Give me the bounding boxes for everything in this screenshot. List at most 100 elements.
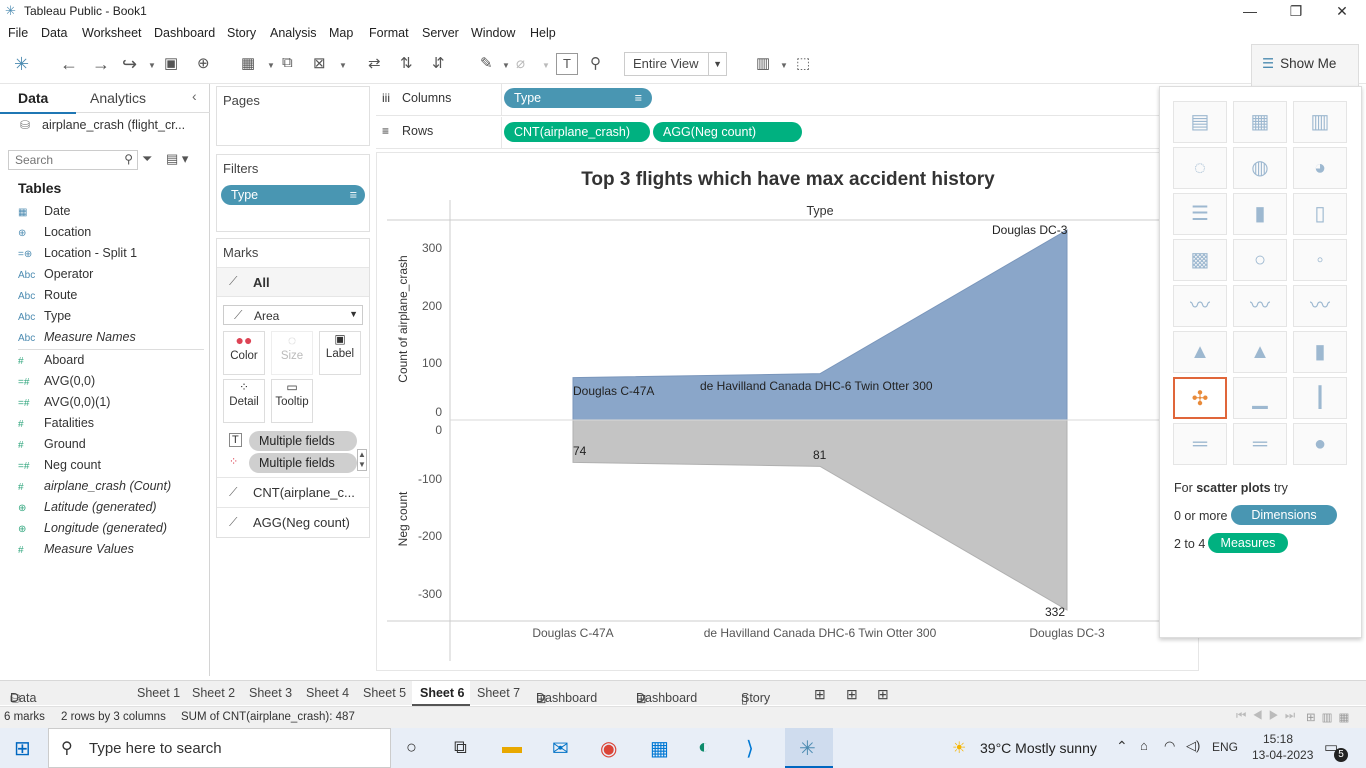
color-button[interactable]: ●● Color [223,331,265,375]
field-type[interactable]: Abc Type [18,309,71,323]
tray-chevron-icon[interactable]: ⌃ [1116,738,1128,755]
multiple-fields-pill-1[interactable]: Multiple fields [249,431,357,451]
show-me-line-discrete-icon[interactable]: 〰 [1233,285,1287,327]
marks-all-row[interactable]: ⟋ All [217,267,369,297]
show-me-side-by-side-circles-icon[interactable]: ◦ [1293,239,1347,281]
taskbar-search[interactable]: ⚲ Type here to search [48,728,391,768]
multiple-fields-pill-2[interactable]: Multiple fields [249,453,357,473]
mark-type-dropdown[interactable]: ⟋ Area ▼ [223,305,363,325]
row-pill-count[interactable]: CNT(airplane_crash) [504,122,650,142]
field-measure-values[interactable]: # Measure Values [18,542,134,556]
show-me-dual-lines-icon[interactable]: 〰 [1293,285,1347,327]
tableau-home-icon[interactable]: ✳ [14,54,29,75]
menu-help[interactable]: Help [530,26,556,40]
show-me-heat-map-icon[interactable]: ▦ [1233,101,1287,143]
new-datasource-icon[interactable]: ⊕ [197,54,210,72]
field-location[interactable]: ⊕ Location [18,225,91,239]
save-icon[interactable]: ▣ [164,54,178,72]
new-dashboard-tab-icon[interactable]: ⊞ [846,686,858,703]
field-avg00[interactable]: =# AVG(0,0) [18,374,95,388]
show-me-area-discrete-icon[interactable]: ▲ [1233,331,1287,373]
close-button[interactable]: ✕ [1319,0,1365,22]
show-me-highlight-table-icon[interactable]: ▥ [1293,101,1347,143]
sort-desc-icon[interactable]: ⇵ [432,54,445,72]
card-toggle-icon[interactable]: ▥ [756,54,770,72]
volume-icon[interactable]: ◁) [1186,738,1200,754]
cortana-icon[interactable]: ○ [406,737,417,758]
pin-icon[interactable]: ⚲ [590,54,601,72]
search-field[interactable]: ⚲ [8,150,138,170]
column-pill-type[interactable]: Type ≡ [504,88,652,108]
swap-icon[interactable]: ⇄ [368,54,381,72]
group-icon[interactable]: ⌀ [516,54,525,72]
label-button[interactable]: ▣ Label [319,331,361,375]
field-operator[interactable]: Abc Operator [18,267,93,281]
tab-analytics[interactable]: Analytics [90,90,146,106]
show-me-box-whisker-icon[interactable]: ┃ [1293,377,1347,419]
show-me-area-continuous-icon[interactable]: ▲ [1173,331,1227,373]
wifi-icon[interactable]: ◠ [1164,738,1175,754]
show-me-gantt-chart-icon[interactable]: ═ [1173,423,1227,465]
replay-icon[interactable]: ↪ [122,54,137,75]
show-me-stacked-bars-icon[interactable]: ▮ [1233,193,1287,235]
show-me-histogram-icon[interactable]: ▁ [1233,377,1287,419]
menu-data[interactable]: Data [41,26,67,40]
tooltip-button[interactable]: ▭ Tooltip [271,379,313,423]
tab-sheet-4[interactable]: Sheet 4 [306,686,349,700]
field-fatalities[interactable]: # Fatalities [18,416,94,430]
field-count[interactable]: # airplane_crash (Count) [18,479,171,493]
field-location-split[interactable]: =⊕ Location - Split 1 [18,246,137,260]
field-measure-names[interactable]: Abc Measure Names [18,330,136,344]
view-options-icon[interactable]: ▤ ▾ [166,151,188,167]
chrome-icon[interactable]: ◉ [600,736,617,761]
field-longitude[interactable]: ⊕ Longitude (generated) [18,521,167,535]
file-explorer-icon[interactable]: ▬ [502,736,522,759]
duplicate-icon[interactable]: ⧉ [282,54,293,71]
view-mode-icon[interactable]: ⊞▥▦ [1306,710,1355,724]
store-icon[interactable]: ▦ [650,736,669,761]
tab-data[interactable]: Data [18,90,48,106]
show-me-circle-views-icon[interactable]: ○ [1233,239,1287,281]
tab-sheet-5[interactable]: Sheet 5 [363,686,406,700]
field-avg00-1[interactable]: =# AVG(0,0)(1) [18,395,110,409]
size-button[interactable]: ◌ Size [271,331,313,375]
tab-sheet-7[interactable]: Sheet 7 [477,686,520,700]
new-worksheet-icon[interactable]: ▦ [241,54,255,72]
menu-story[interactable]: Story [227,26,256,40]
undo-icon[interactable]: ← [60,54,78,75]
field-aboard[interactable]: # Aboard [18,353,84,367]
show-me-side-by-side-bars-icon[interactable]: ▯ [1293,193,1347,235]
show-me-scatter-plot-icon[interactable]: ✣ [1173,377,1227,419]
marks-measure-2[interactable]: AGG(Neg count) [253,515,350,530]
fit-dropdown[interactable]: Entire View ▼ [624,52,727,76]
new-story-tab-icon[interactable]: ⊞ [877,686,889,703]
row-pill-neg[interactable]: AGG(Neg count) [653,122,802,142]
tab-sheet-6-active[interactable]: Sheet 6 [412,681,470,706]
windows-start-icon[interactable]: ⊞ [14,736,31,761]
show-me-horizontal-bars-icon[interactable]: ☰ [1173,193,1227,235]
field-route[interactable]: Abc Route [18,288,77,302]
new-worksheet-tab-icon[interactable]: ⊞ [814,686,826,703]
highlight-icon[interactable]: ✎ [480,54,493,72]
marks-measure-1[interactable]: CNT(airplane_c... [253,485,355,500]
menu-analysis[interactable]: Analysis [270,26,317,40]
presentation-icon[interactable]: ⬚ [796,54,810,72]
menu-format[interactable]: Format [369,26,409,40]
show-me-dual-combination-icon[interactable]: ▮ [1293,331,1347,373]
clock-time[interactable]: 15:18 [1263,732,1293,746]
show-me-bullet-graph-icon[interactable]: ═ [1233,423,1287,465]
tableau-taskbar-button[interactable]: ✳ [785,728,833,768]
show-me-line-continuous-icon[interactable]: 〰 [1173,285,1227,327]
clear-sheet-icon[interactable]: ⊠ [313,54,326,72]
detail-button[interactable]: ⁘ Detail [223,379,265,423]
network-device-icon[interactable]: ⌂ [1140,738,1148,753]
show-me-symbol-map-icon[interactable]: ◌ [1173,147,1227,189]
menu-dashboard[interactable]: Dashboard [154,26,215,40]
show-me-treemap-icon[interactable]: ▩ [1173,239,1227,281]
field-neg-count[interactable]: =# Neg count [18,458,101,472]
filters-card[interactable]: Filters Type ≡ [216,154,370,232]
weather-text[interactable]: 39°C Mostly sunny [980,740,1097,756]
nav-arrows-icon[interactable]: ⏮◀▶⏭ [1236,710,1301,723]
show-me-filled-map-icon[interactable]: ◍ [1233,147,1287,189]
redo-icon[interactable]: → [92,54,110,75]
